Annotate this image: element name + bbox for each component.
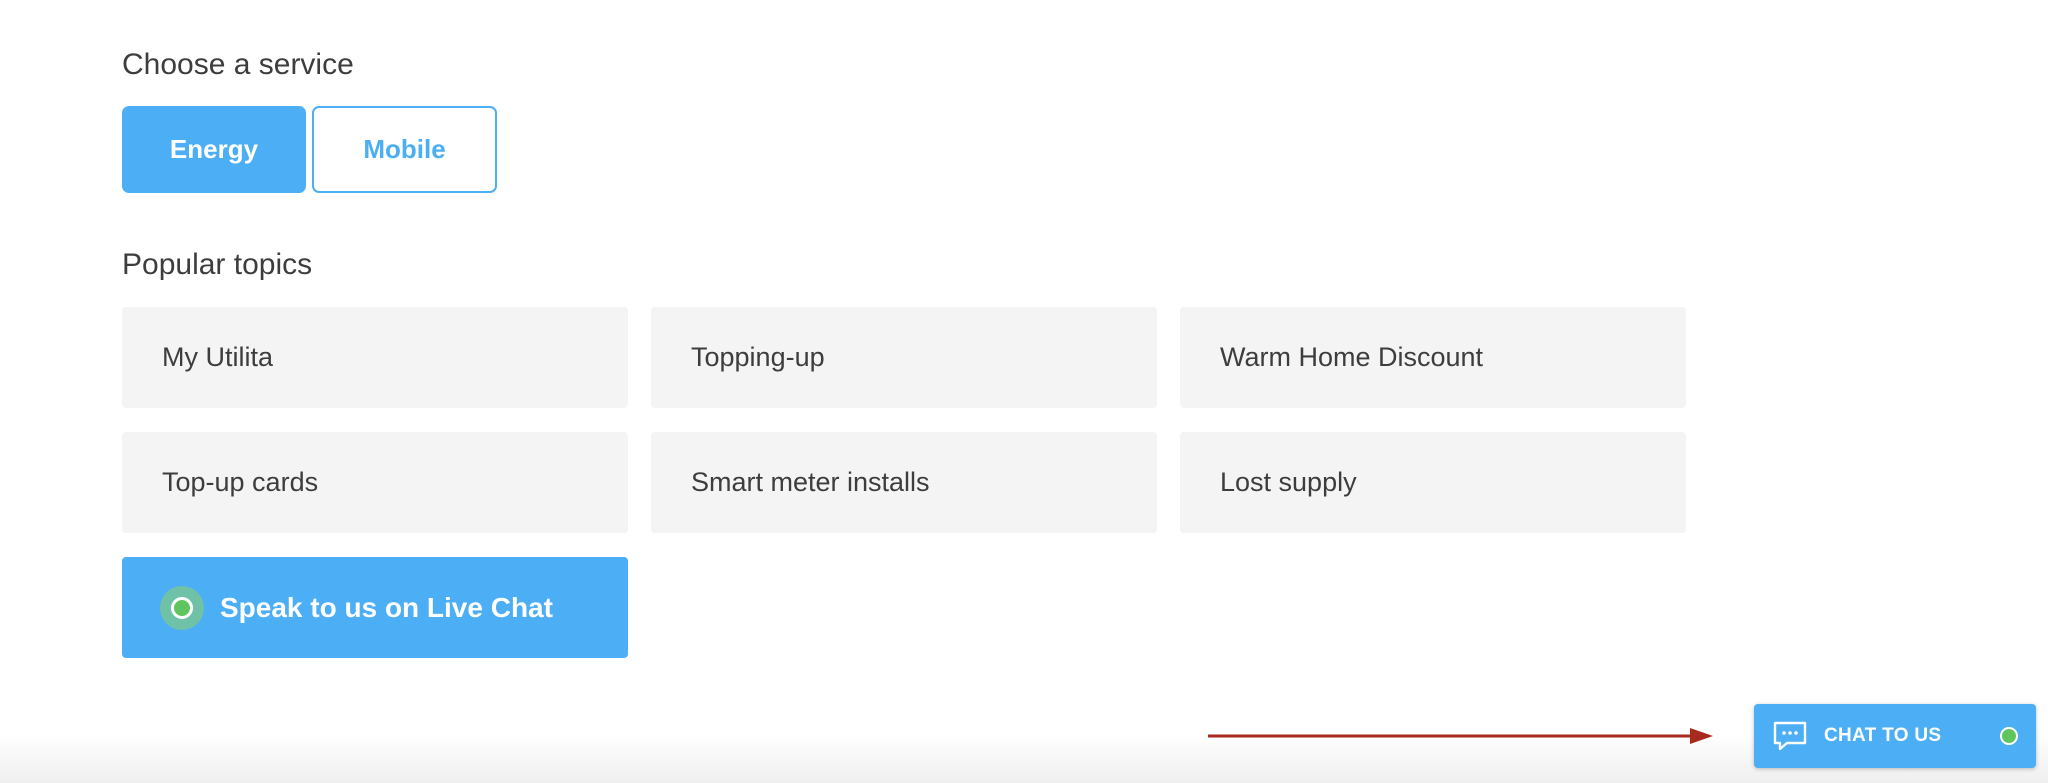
- topic-smart-meter-installs[interactable]: Smart meter installs: [651, 432, 1157, 533]
- topic-label: Top-up cards: [162, 467, 319, 497]
- topic-top-up-cards[interactable]: Top-up cards: [122, 432, 628, 533]
- topic-label: Topping-up: [691, 342, 825, 372]
- topic-warm-home-discount[interactable]: Warm Home Discount: [1180, 307, 1686, 408]
- topic-my-utilita[interactable]: My Utilita: [122, 307, 628, 408]
- live-chat-label: Speak to us on Live Chat: [220, 591, 553, 623]
- live-chat-button[interactable]: Speak to us on Live Chat: [122, 557, 628, 658]
- service-energy-button[interactable]: Energy: [122, 106, 306, 193]
- topic-label: Smart meter installs: [691, 467, 930, 497]
- online-status-dot: [171, 596, 193, 619]
- choose-service-heading: Choose a service: [122, 48, 354, 81]
- topic-lost-supply[interactable]: Lost supply: [1180, 432, 1686, 533]
- topic-label: Lost supply: [1220, 467, 1357, 497]
- chat-bubble-icon: [1773, 721, 1807, 751]
- annotation-arrow-icon: [1208, 728, 1713, 744]
- popular-topics-heading: Popular topics: [122, 248, 313, 281]
- topic-label: My Utilita: [162, 342, 274, 372]
- service-mobile-button[interactable]: Mobile: [312, 106, 497, 193]
- online-status-icon: [160, 585, 204, 630]
- topic-topping-up[interactable]: Topping-up: [651, 307, 1157, 408]
- chat-to-us-label: CHAT TO US: [1824, 725, 1942, 746]
- topic-label: Warm Home Discount: [1220, 342, 1484, 372]
- chat-online-status-icon: [2000, 727, 2018, 745]
- chat-to-us-button[interactable]: CHAT TO US: [1754, 704, 2036, 768]
- page-bottom-fade: [0, 733, 2048, 783]
